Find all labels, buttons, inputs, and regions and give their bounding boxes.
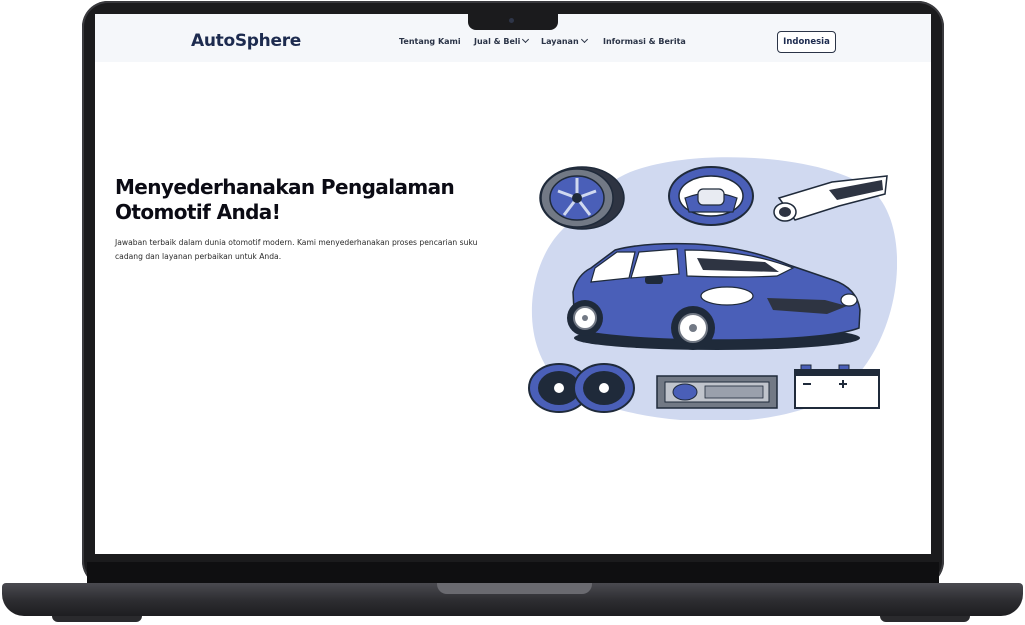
hero-description: Jawaban terbaik dalam dunia otomotif mod… — [115, 238, 478, 261]
nav-label: Jual & Beli — [474, 37, 521, 46]
speakers-icon — [528, 363, 635, 413]
steering-wheel-icon — [668, 166, 754, 226]
laptop-base — [2, 583, 1023, 616]
nav-tentang-kami[interactable]: Tentang Kami — [399, 37, 461, 46]
car-stereo-icon — [656, 375, 778, 409]
nav-label: Tentang Kami — [399, 37, 461, 46]
car-battery-icon — [794, 364, 880, 409]
laptop-foot — [52, 616, 142, 622]
trackpad-notch — [437, 583, 592, 594]
automotive-illustration — [528, 157, 897, 420]
hero-title: Menyederhanakan Pengalaman Otomotif Anda… — [115, 175, 455, 224]
browser-viewport: AutoSphere Tentang Kami Jual & Beli Laya… — [95, 14, 931, 554]
camera-notch — [468, 14, 558, 30]
nav-jual-beli[interactable]: Jual & Beli — [474, 35, 530, 46]
camera-icon — [509, 18, 514, 23]
chevron-down-icon — [522, 35, 530, 44]
nav-label: Informasi & Berita — [603, 37, 686, 46]
brand-logo[interactable]: AutoSphere — [191, 31, 301, 51]
language-button[interactable]: Indonesia — [777, 31, 836, 53]
nav-label: Layanan — [541, 37, 579, 46]
nav-informasi-berita[interactable]: Informasi & Berita — [603, 37, 686, 46]
chevron-down-icon — [580, 35, 588, 44]
nav-layanan[interactable]: Layanan — [541, 35, 588, 46]
laptop-foot — [880, 616, 970, 622]
tire-icon — [539, 166, 625, 230]
screen-bezel-bottom — [87, 562, 939, 584]
